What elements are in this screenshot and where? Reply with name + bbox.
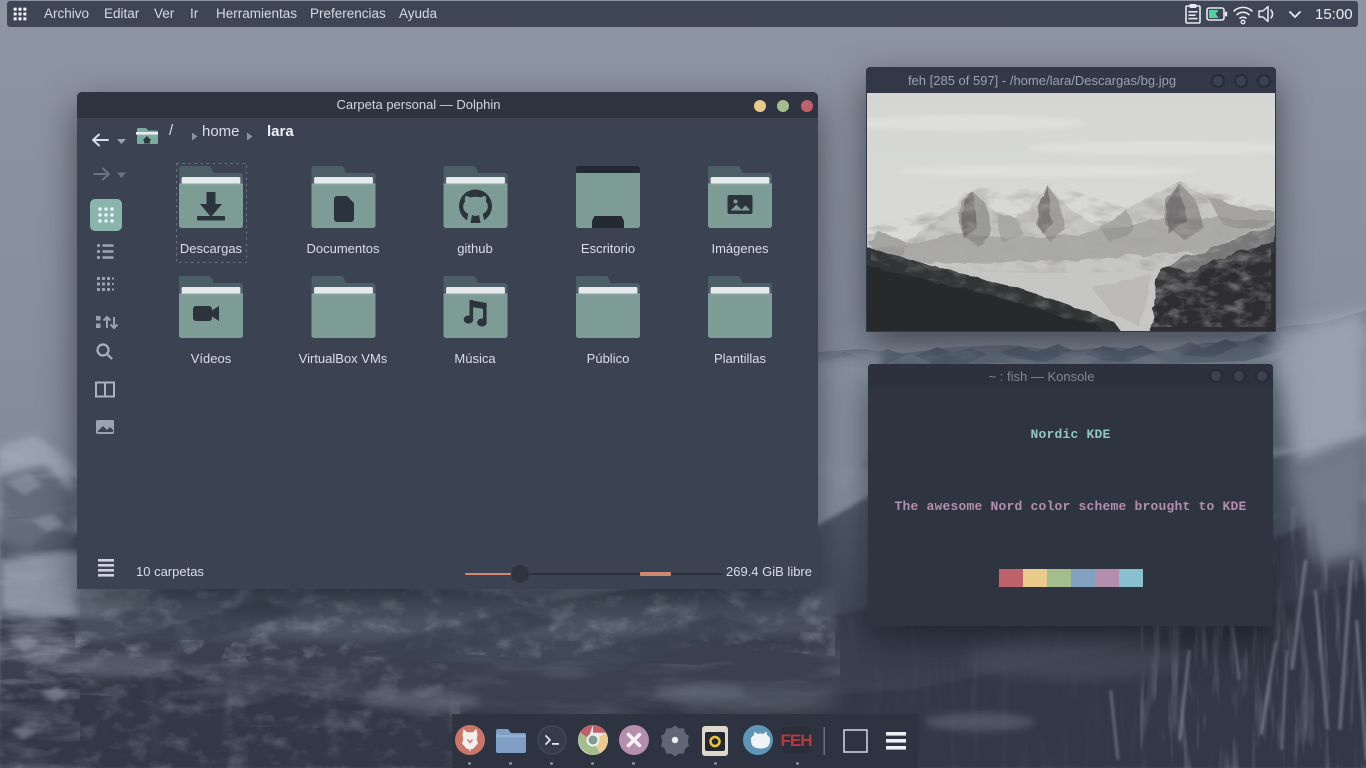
svg-text:FEH: FEH <box>781 731 813 750</box>
svg-text:10 carpetas: 10 carpetas <box>136 564 204 579</box>
svg-text:269.4 GiB libre: 269.4 GiB libre <box>726 564 812 579</box>
